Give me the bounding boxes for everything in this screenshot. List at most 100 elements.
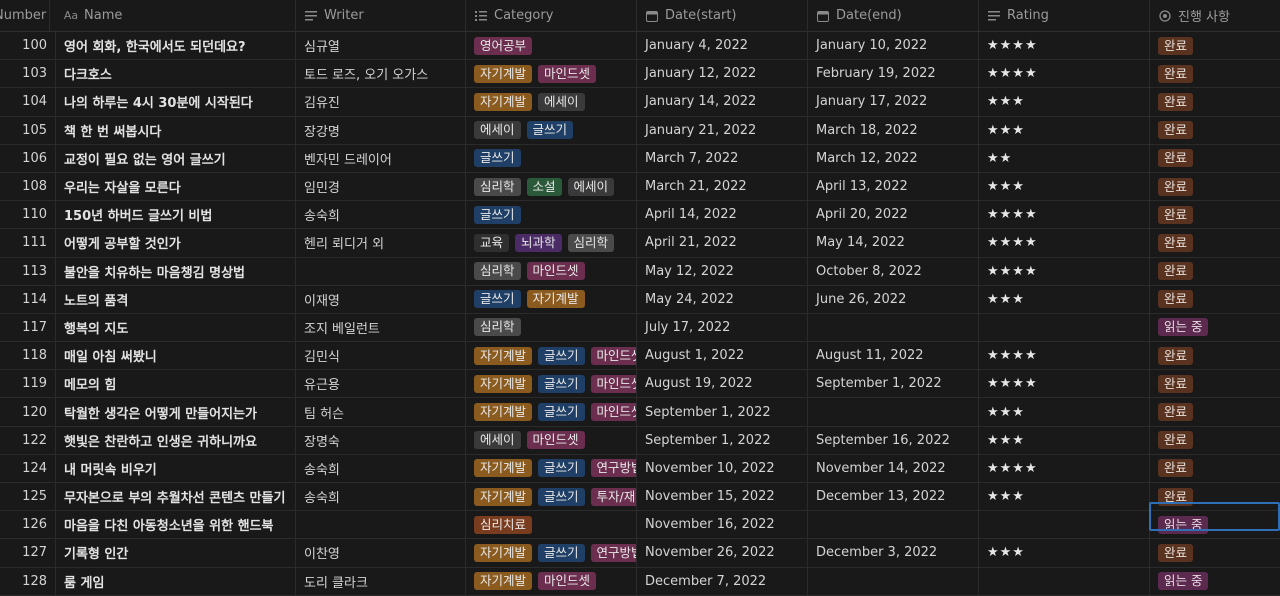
- cell-number[interactable]: 104: [0, 88, 56, 116]
- cell-rating[interactable]: ★★: [979, 144, 1150, 172]
- cell-rating[interactable]: ★★★★: [979, 201, 1150, 229]
- cell-number[interactable]: 113: [0, 257, 56, 285]
- cell-progress[interactable]: 읽는 중: [1150, 314, 1280, 341]
- cell-name[interactable]: 행복의 지도: [56, 313, 296, 342]
- cell-number[interactable]: 119: [0, 370, 56, 398]
- table-row[interactable]: 120 탁월한 생각은 어떻게 만들어지는가 팀 허슨 자기계발 글쓰기 마인드셋 Sept…: [0, 398, 1280, 427]
- cell-writer[interactable]: 송숙희: [296, 201, 466, 229]
- column-header-date-start[interactable]: Date(start): [637, 0, 808, 31]
- cell-date-start[interactable]: January 21, 2022: [637, 116, 808, 144]
- cell-rating[interactable]: ★★★★: [979, 370, 1150, 398]
- cell-number[interactable]: 124: [0, 454, 56, 482]
- cell-number[interactable]: 108: [0, 172, 56, 201]
- cell-number[interactable]: 114: [0, 285, 56, 313]
- cell-rating[interactable]: ★★★★: [979, 60, 1150, 88]
- cell-category[interactable]: 자기계발 글쓰기 마인드셋: [466, 370, 637, 398]
- cell-date-end[interactable]: [808, 398, 979, 426]
- cell-date-start[interactable]: September 1, 2022: [637, 398, 808, 426]
- cell-date-start[interactable]: September 1, 2022: [637, 426, 808, 454]
- table-row[interactable]: 122 햇빛은 찬란하고 인생은 귀하니까요 장명숙 에세이 마인드셋 September…: [0, 426, 1280, 455]
- cell-date-start[interactable]: August 1, 2022: [637, 342, 808, 370]
- table-row[interactable]: 118 매일 아침 써봤니 김민식 자기계발 글쓰기 마인드셋 August 1, 2022…: [0, 342, 1280, 371]
- cell-progress[interactable]: 읽는 중: [1150, 511, 1280, 538]
- cell-progress[interactable]: 완료: [1150, 370, 1280, 397]
- table-row[interactable]: 124 내 머릿속 비우기 송숙희 자기계발 글쓰기 연구방법 November 10, 2…: [0, 454, 1280, 483]
- cell-category[interactable]: 자기계발 마인드셋: [466, 60, 637, 88]
- cell-rating[interactable]: ★★★★: [979, 342, 1150, 370]
- cell-number[interactable]: 127: [0, 539, 56, 567]
- cell-category[interactable]: 영어공부: [466, 32, 637, 60]
- cell-writer[interactable]: 장강명: [296, 116, 466, 144]
- cell-progress[interactable]: 완료: [1150, 258, 1280, 285]
- cell-date-start[interactable]: January 12, 2022: [637, 60, 808, 88]
- cell-number[interactable]: 120: [0, 398, 56, 426]
- cell-name[interactable]: 우리는 자살을 모른다: [56, 172, 296, 201]
- cell-date-end[interactable]: May 14, 2022: [808, 229, 979, 257]
- table-row[interactable]: 119 메모의 힘 유근용 자기계발 글쓰기 마인드셋 August 19, 2022 Sep…: [0, 370, 1280, 399]
- cell-date-end[interactable]: February 19, 2022: [808, 60, 979, 88]
- cell-name[interactable]: 룸 게임: [56, 567, 296, 595]
- cell-rating[interactable]: ★★★★: [979, 257, 1150, 285]
- cell-date-end[interactable]: December 13, 2022: [808, 483, 979, 511]
- cell-date-start[interactable]: November 10, 2022: [637, 454, 808, 482]
- cell-progress[interactable]: 읽는 중: [1150, 568, 1280, 595]
- cell-date-start[interactable]: August 19, 2022: [637, 370, 808, 398]
- cell-progress[interactable]: 완료: [1150, 173, 1280, 200]
- cell-date-start[interactable]: March 21, 2022: [637, 172, 808, 201]
- cell-date-start[interactable]: November 16, 2022: [637, 511, 808, 539]
- column-header-name[interactable]: Aa Name: [56, 0, 296, 31]
- cell-number[interactable]: 106: [0, 144, 56, 172]
- table-row[interactable]: 110 150년 하버드 글쓰기 비법 송숙희 글쓰기 April 14, 2022 Ap…: [0, 201, 1280, 230]
- cell-date-start[interactable]: May 12, 2022: [637, 257, 808, 285]
- cell-writer[interactable]: 김민식: [296, 342, 466, 370]
- cell-progress[interactable]: 완료: [1150, 286, 1280, 313]
- cell-progress[interactable]: 완료: [1150, 398, 1280, 425]
- table-row[interactable]: 126 마음을 다친 아동청소년을 위한 핸드북 심리치료 November 16, …: [0, 511, 1280, 540]
- cell-number[interactable]: 100: [0, 32, 56, 60]
- cell-category[interactable]: 에세이 글쓰기: [466, 116, 637, 144]
- cell-date-end[interactable]: October 8, 2022: [808, 257, 979, 285]
- cell-writer[interactable]: 이재영: [296, 285, 466, 313]
- table-row[interactable]: 111 어떻게 공부할 것인가 헨리 뢰디거 외 교육 뇌과학 심리학 April 21, …: [0, 229, 1280, 258]
- cell-progress[interactable]: 완료: [1150, 455, 1280, 482]
- cell-progress[interactable]: 완료: [1150, 117, 1280, 144]
- cell-name[interactable]: 메모의 힘: [56, 370, 296, 398]
- cell-date-end[interactable]: [808, 567, 979, 595]
- cell-number[interactable]: 110: [0, 201, 56, 229]
- cell-writer[interactable]: 송숙희: [296, 454, 466, 482]
- cell-category[interactable]: 자기계발 글쓰기 투자/재테크: [466, 483, 637, 511]
- cell-rating[interactable]: ★★★: [979, 285, 1150, 313]
- cell-date-end[interactable]: [808, 511, 979, 539]
- cell-category[interactable]: 심리학 소설 에세이: [466, 172, 637, 201]
- cell-category[interactable]: 자기계발 마인드셋: [466, 567, 637, 595]
- cell-name[interactable]: 나의 하루는 4시 30분에 시작된다: [56, 88, 296, 116]
- cell-name[interactable]: 150년 하버드 글쓰기 비법: [56, 201, 296, 229]
- cell-date-start[interactable]: November 26, 2022: [637, 539, 808, 567]
- cell-name[interactable]: 무자본으로 부의 추월차선 콘텐츠 만들기: [56, 483, 296, 511]
- cell-rating[interactable]: ★★★★: [979, 32, 1150, 60]
- cell-rating[interactable]: ★★★★: [979, 229, 1150, 257]
- table-row[interactable]: 100 영어 회화, 한국에서도 되던데요? 심규열 영어공부 January 4, 2…: [0, 32, 1280, 61]
- cell-number[interactable]: 118: [0, 342, 56, 370]
- cell-date-start[interactable]: March 7, 2022: [637, 144, 808, 172]
- cell-writer[interactable]: 김유진: [296, 88, 466, 116]
- table-row[interactable]: 113 불안을 치유하는 마음챙김 명상법 심리학 마인드셋 May 12, 2022 O…: [0, 257, 1280, 286]
- cell-category[interactable]: 교육 뇌과학 심리학: [466, 229, 637, 257]
- cell-progress[interactable]: 완료: [1150, 201, 1280, 228]
- cell-date-start[interactable]: December 7, 2022: [637, 567, 808, 595]
- cell-category[interactable]: 자기계발 글쓰기 연구방법: [466, 539, 637, 567]
- column-header-date-end[interactable]: Date(end): [808, 0, 979, 31]
- cell-category[interactable]: 심리학 마인드셋: [466, 257, 637, 285]
- table-row[interactable]: 105 책 한 번 써봅시다 장강명 에세이 글쓰기 January 21, 2022 Ma…: [0, 116, 1280, 145]
- cell-number[interactable]: 125: [0, 483, 56, 511]
- cell-writer[interactable]: 장명숙: [296, 426, 466, 454]
- cell-date-start[interactable]: July 17, 2022: [637, 313, 808, 342]
- cell-rating[interactable]: [979, 567, 1150, 595]
- table-row[interactable]: 128 룸 게임 도리 클라크 자기계발 마인드셋 December 7, 2022 읽는 …: [0, 567, 1280, 596]
- cell-writer[interactable]: 이찬영: [296, 539, 466, 567]
- cell-progress[interactable]: 완료: [1150, 145, 1280, 172]
- cell-date-end[interactable]: April 13, 2022: [808, 172, 979, 201]
- cell-date-end[interactable]: June 26, 2022: [808, 285, 979, 313]
- table-row[interactable]: 104 나의 하루는 4시 30분에 시작된다 김유진 자기계발 에세이 January …: [0, 88, 1280, 117]
- cell-date-end[interactable]: November 14, 2022: [808, 454, 979, 482]
